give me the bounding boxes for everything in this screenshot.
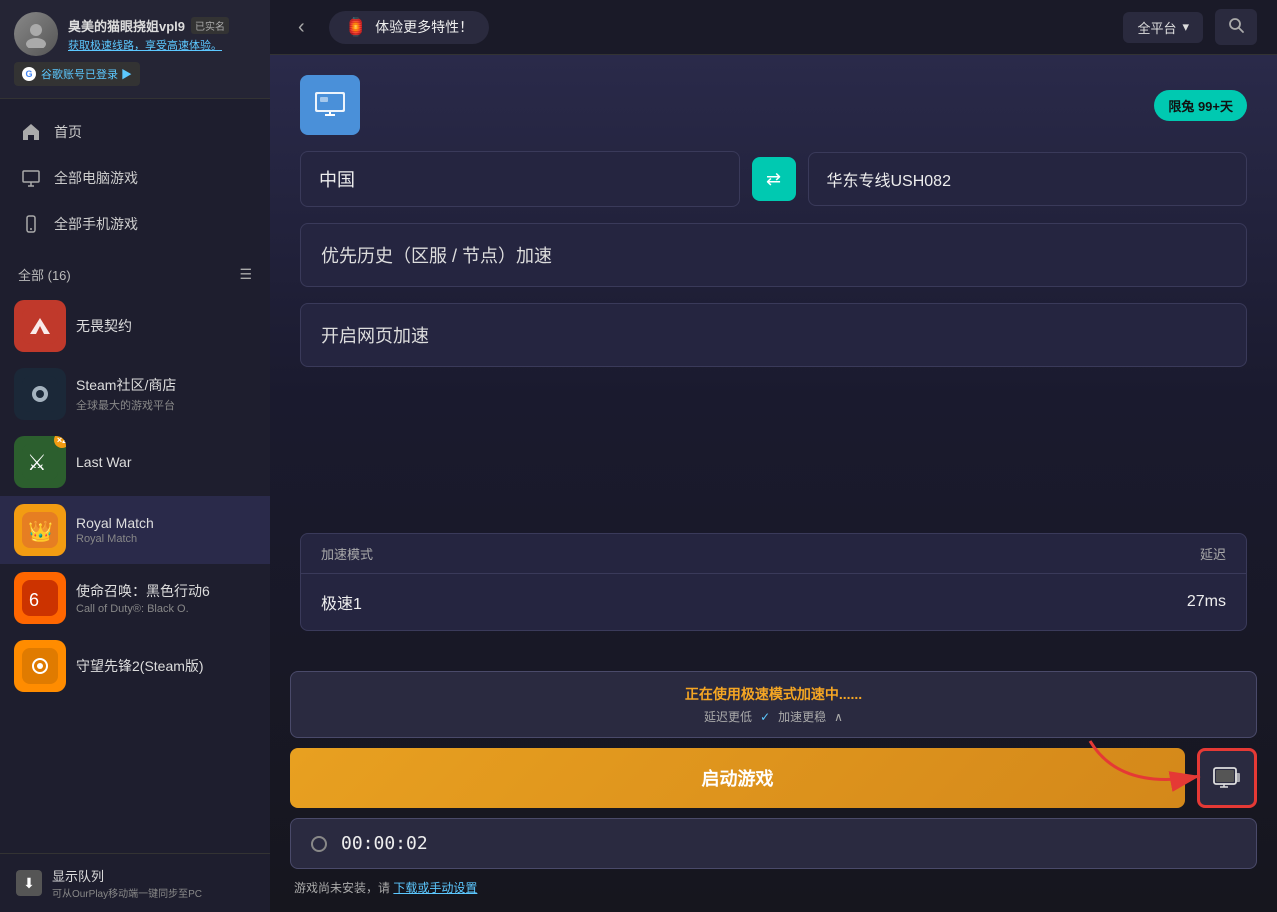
google-icon: G	[22, 67, 36, 81]
speed-col1-header: 加速模式	[321, 544, 1106, 563]
content-area: 限兔 99+天 中国 ⇄ 华东专线USH082 优先历史（区服 / 节点）加速 …	[270, 55, 1277, 912]
game-item-royalmatch[interactable]: 👑 Royal Match Royal Match	[0, 496, 270, 564]
google-login-button[interactable]: G 谷歌账号已登录 ▶	[14, 62, 140, 86]
timer-dot	[311, 836, 327, 852]
nav-home[interactable]: 首页	[0, 109, 270, 155]
game-item-steam[interactable]: Steam社区/商店 全球最大的游戏平台	[0, 360, 270, 428]
monitor-nav-icon	[20, 167, 42, 189]
platform-selector[interactable]: 全平台 ▾	[1123, 12, 1203, 43]
game-thumb-steam	[14, 368, 66, 420]
speed-col2-header: 延迟	[1106, 544, 1226, 563]
game-title-wuji: 无畏契约	[76, 316, 256, 336]
game-thumb-wuji	[14, 300, 66, 352]
sidebar-footer[interactable]: ⬇ 显示队列 可从OurPlay移动端一键同步至PC	[0, 853, 270, 912]
bottom-controls: 正在使用极速模式加速中...... 延迟更低 ✓ 加速更稳 ∧ 启动游戏	[270, 661, 1277, 912]
nav-mobile-games[interactable]: 全部手机游戏	[0, 201, 270, 247]
status-text: 正在使用极速模式加速中......	[309, 684, 1238, 704]
svg-text:👑: 👑	[28, 520, 53, 543]
game-title-steam: Steam社区/商店	[76, 375, 256, 395]
speed-table: 加速模式 延迟 极速1 27ms	[300, 533, 1247, 631]
promo-text: 体验更多特性！	[375, 17, 473, 37]
server-label: 华东专线USH082	[827, 167, 951, 191]
monitor-icon-box	[300, 75, 360, 135]
server-box[interactable]: 华东专线USH082	[808, 152, 1248, 206]
verified-badge: 已实名	[191, 17, 229, 34]
home-icon	[20, 121, 42, 143]
option-web[interactable]: 开启网页加速	[300, 303, 1247, 367]
game-title-overwatch: 守望先锋2(Steam版)	[76, 656, 256, 676]
game-thumb-cod: 6	[14, 572, 66, 624]
game-title-lastwar: Last War	[76, 454, 256, 470]
user-panel: 臭美的猫眼挠姐vpl9 已实名 获取极速线路，享受高速体验。 G 谷歌账号已登录…	[0, 0, 270, 99]
speed-row: 极速1 27ms	[301, 574, 1246, 630]
game-thumb-lastwar: ⚔ ×2	[14, 436, 66, 488]
chevron-down-icon: ▾	[1182, 19, 1189, 35]
game-title-cod: 使命召唤：黑色行动6	[76, 581, 256, 601]
platform-label: 全平台	[1137, 18, 1176, 37]
game-subtitle-steam: 全球最大的游戏平台	[76, 397, 256, 413]
back-button[interactable]: ‹	[290, 12, 313, 43]
game-thumb-royalmatch: 👑	[14, 504, 66, 556]
limit-badge: 限兔 99+天	[1154, 90, 1247, 121]
game-list-count: 全部 (16)	[18, 265, 71, 284]
action-row: 启动游戏	[290, 748, 1257, 808]
region-from-box[interactable]: 中国	[300, 151, 740, 207]
main: ‹ 🏮 体验更多特性！ 全平台 ▾	[270, 0, 1277, 912]
option-history[interactable]: 优先历史（区服 / 节点）加速	[300, 223, 1247, 287]
game-subtitle-royalmatch: Royal Match	[76, 533, 256, 545]
footer-title: 显示队列	[52, 866, 202, 885]
footer-subtitle: 可从OurPlay移动端一键同步至PC	[52, 885, 202, 900]
game-list: 无畏契约 Steam社区/商店 全球最大的游戏平台 ⚔	[0, 292, 270, 853]
svg-text:6: 6	[29, 590, 39, 610]
topbar: ‹ 🏮 体验更多特性！ 全平台 ▾	[270, 0, 1277, 55]
avatar	[14, 12, 58, 56]
timer-display: 00:00:02	[341, 833, 428, 854]
region-from-label: 中国	[319, 166, 355, 192]
game-item-lastwar[interactable]: ⚔ ×2 Last War	[0, 428, 270, 496]
speed-mode-label: 极速1	[321, 590, 1106, 614]
game-item-wuji[interactable]: 无畏契约	[0, 292, 270, 360]
promo-banner[interactable]: 🏮 体验更多特性！	[329, 11, 489, 44]
svg-text:⚔: ⚔	[27, 450, 47, 475]
status-sub2: 加速更稳	[778, 708, 826, 725]
nav-pc-games[interactable]: 全部电脑游戏	[0, 155, 270, 201]
game-thumb-overwatch	[14, 640, 66, 692]
list-view-toggle[interactable]: ☰	[239, 266, 252, 283]
timer-row: 00:00:02	[290, 818, 1257, 869]
search-button[interactable]	[1215, 9, 1257, 45]
google-login-text: 谷歌账号已登录 ▶	[41, 66, 132, 82]
game-item-overwatch[interactable]: 守望先锋2(Steam版)	[0, 632, 270, 700]
accelerator-panel: 限兔 99+天 中国 ⇄ 华东专线USH082 优先历史（区服 / 节点）加速 …	[270, 55, 1277, 661]
option-history-label: 优先历史（区服 / 节点）加速	[321, 246, 552, 266]
install-link[interactable]: 下载或手动设置	[393, 881, 477, 895]
screen-record-button[interactable]	[1197, 748, 1257, 808]
chevron-up-icon: ∧	[834, 710, 843, 724]
check-icon: ✓	[760, 710, 770, 724]
install-note: 游戏尚未安装，请 下载或手动设置	[290, 879, 1257, 896]
nav-pc-games-label: 全部电脑游戏	[54, 168, 138, 188]
option-web-label: 开启网页加速	[321, 326, 429, 346]
game-title-royalmatch: Royal Match	[76, 515, 256, 531]
game-list-header: 全部 (16) ☰	[0, 257, 270, 292]
nav-mobile-games-label: 全部手机游戏	[54, 214, 138, 234]
game-subtitle-cod: Call of Duty®: Black O.	[76, 603, 256, 615]
top-row: 限兔 99+天	[300, 75, 1247, 135]
swap-button[interactable]: ⇄	[752, 157, 796, 201]
sidebar: 臭美的猫眼挠姐vpl9 已实名 获取极速线路，享受高速体验。 G 谷歌账号已登录…	[0, 0, 270, 912]
launch-button[interactable]: 启动游戏	[290, 748, 1185, 808]
lantern-icon: 🏮	[345, 17, 367, 38]
region-row: 中国 ⇄ 华东专线USH082	[300, 151, 1247, 207]
user-name: 臭美的猫眼挠姐vpl9	[68, 16, 185, 35]
nav-items: 首页 全部电脑游戏 全部手机游戏	[0, 99, 270, 257]
speed-latency-label: 27ms	[1106, 593, 1226, 611]
status-bar: 正在使用极速模式加速中...... 延迟更低 ✓ 加速更稳 ∧	[290, 671, 1257, 738]
nav-home-label: 首页	[54, 122, 82, 142]
queue-icon: ⬇	[16, 870, 42, 896]
mobile-nav-icon	[20, 213, 42, 235]
game-item-cod[interactable]: 6 使命召唤：黑色行动6 Call of Duty®: Black O.	[0, 564, 270, 632]
user-promo[interactable]: 获取极速线路，享受高速体验。	[68, 37, 256, 53]
status-sub1: 延迟更低	[704, 708, 752, 725]
